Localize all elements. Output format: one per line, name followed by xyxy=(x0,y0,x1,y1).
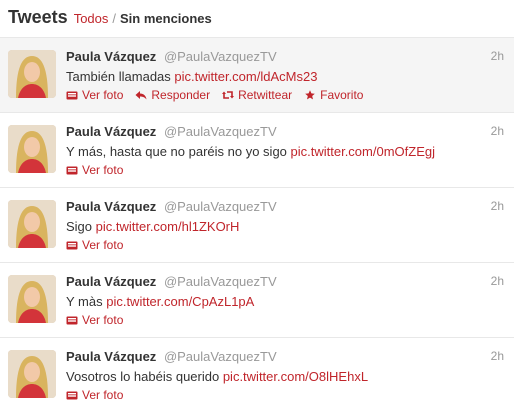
author-handle[interactable]: @PaulaVazquezTV xyxy=(164,274,277,289)
photo-icon xyxy=(66,166,78,175)
avatar[interactable] xyxy=(8,200,56,248)
view-photo-action[interactable]: Ver foto xyxy=(66,163,123,177)
tweet-text-body: Vosotros lo habéis querido xyxy=(66,369,223,384)
avatar-image xyxy=(8,350,56,398)
avatar-image xyxy=(8,50,56,98)
avatar-image xyxy=(8,275,56,323)
author-handle[interactable]: @PaulaVazquezTV xyxy=(164,124,277,139)
author-name[interactable]: Paula Vázquez xyxy=(66,349,156,364)
tweet-content: Paula Vázquez @PaulaVazquezTV 2h Sigo pi… xyxy=(66,199,504,252)
view-photo-action[interactable]: Ver foto xyxy=(66,313,123,327)
author-name[interactable]: Paula Vázquez xyxy=(66,274,156,289)
tweet-content: Paula Vázquez @PaulaVazquezTV 2h Vosotro… xyxy=(66,349,504,400)
avatar[interactable] xyxy=(8,350,56,398)
photo-icon xyxy=(66,241,78,250)
tweet-stream: Paula Vázquez @PaulaVazquezTV 2h También… xyxy=(0,38,514,400)
tweet-media-link[interactable]: pic.twitter.com/O8lHEhxL xyxy=(223,369,368,384)
tweet-text-body: Sigo xyxy=(66,219,96,234)
tweet-actions: Ver foto xyxy=(66,313,504,327)
author-name[interactable]: Paula Vázquez xyxy=(66,124,156,139)
tweet-media-link[interactable]: pic.twitter.com/CpAzL1pA xyxy=(106,294,254,309)
view-photo-action[interactable]: Ver foto xyxy=(66,238,123,252)
tweet-timestamp[interactable]: 2h xyxy=(491,124,504,138)
tweet-text: También llamadas pic.twitter.com/ldAcMs2… xyxy=(66,69,504,84)
avatar[interactable] xyxy=(8,275,56,323)
photo-icon xyxy=(66,316,78,325)
reply-action[interactable]: Responder xyxy=(135,88,210,102)
tweet-text: Y màs pic.twitter.com/CpAzL1pA xyxy=(66,294,504,309)
filter-no-mentions: Sin menciones xyxy=(120,11,212,26)
tweet-item[interactable]: Paula Vázquez @PaulaVazquezTV 2h También… xyxy=(0,38,514,113)
tweet-text-body: Y màs xyxy=(66,294,107,309)
tweet-content: Paula Vázquez @PaulaVazquezTV 2h También… xyxy=(66,49,504,102)
author-handle[interactable]: @PaulaVazquezTV xyxy=(164,349,277,364)
tweet-item[interactable]: Paula Vázquez @PaulaVazquezTV 2h Y màs p… xyxy=(0,263,514,338)
author-name[interactable]: Paula Vázquez xyxy=(66,49,156,64)
avatar-image xyxy=(8,125,56,173)
author-handle[interactable]: @PaulaVazquezTV xyxy=(164,49,277,64)
author-handle[interactable]: @PaulaVazquezTV xyxy=(164,199,277,214)
reply-icon xyxy=(135,91,147,100)
tweet-actions: Ver foto Responder Retwittear Favorito xyxy=(66,88,504,102)
view-photo-action[interactable]: Ver foto xyxy=(66,88,123,102)
favorite-action[interactable]: Favorito xyxy=(304,88,363,102)
reply-label: Responder xyxy=(151,88,211,102)
tweet-actions: Ver foto xyxy=(66,388,504,400)
view-photo-label: Ver foto xyxy=(82,388,124,400)
tweet-text: Sigo pic.twitter.com/hl1ZKOrH xyxy=(66,219,504,234)
tweet-text-body: Y más, hasta que no paréis no yo sigo xyxy=(66,144,291,159)
tweet-actions: Ver foto xyxy=(66,163,504,177)
star-icon xyxy=(305,90,315,100)
tweet-item[interactable]: Paula Vázquez @PaulaVazquezTV 2h Vosotro… xyxy=(0,338,514,400)
retweet-action[interactable]: Retwittear xyxy=(222,88,292,102)
retweet-label: Retwittear xyxy=(238,88,293,102)
tweet-timestamp[interactable]: 2h xyxy=(491,49,504,63)
filter-all-link[interactable]: Todos xyxy=(74,11,109,26)
tweet-item[interactable]: Paula Vázquez @PaulaVazquezTV 2h Sigo pi… xyxy=(0,188,514,263)
tweet-actions: Ver foto xyxy=(66,238,504,252)
view-photo-label: Ver foto xyxy=(82,238,124,252)
filter-separator: / xyxy=(112,11,117,26)
avatar-image xyxy=(8,200,56,248)
favorite-label: Favorito xyxy=(320,88,364,102)
tweet-timestamp[interactable]: 2h xyxy=(491,349,504,363)
tweet-content: Paula Vázquez @PaulaVazquezTV 2h Y más, … xyxy=(66,124,504,177)
tweet-text: Y más, hasta que no paréis no yo sigo pi… xyxy=(66,144,504,159)
author-name[interactable]: Paula Vázquez xyxy=(66,199,156,214)
tweet-item[interactable]: Paula Vázquez @PaulaVazquezTV 2h Y más, … xyxy=(0,113,514,188)
avatar[interactable] xyxy=(8,50,56,98)
view-photo-label: Ver foto xyxy=(82,88,124,102)
view-photo-action[interactable]: Ver foto xyxy=(66,388,123,400)
avatar[interactable] xyxy=(8,125,56,173)
photo-icon xyxy=(66,91,78,100)
tweet-timestamp[interactable]: 2h xyxy=(491,199,504,213)
tweet-timestamp[interactable]: 2h xyxy=(491,274,504,288)
retweet-icon xyxy=(222,91,235,99)
photo-icon xyxy=(66,391,78,400)
tweet-media-link[interactable]: pic.twitter.com/0mOfZEgj xyxy=(291,144,435,159)
tweet-text-body: También llamadas xyxy=(66,69,175,84)
view-photo-label: Ver foto xyxy=(82,163,124,177)
page-title: Tweets xyxy=(8,7,68,27)
stream-header: Tweets Todos / Sin menciones xyxy=(0,0,514,38)
tweet-media-link[interactable]: pic.twitter.com/hl1ZKOrH xyxy=(96,219,240,234)
tweet-text: Vosotros lo habéis querido pic.twitter.c… xyxy=(66,369,504,384)
view-photo-label: Ver foto xyxy=(82,313,124,327)
tweet-content: Paula Vázquez @PaulaVazquezTV 2h Y màs p… xyxy=(66,274,504,327)
tweet-media-link[interactable]: pic.twitter.com/ldAcMs23 xyxy=(174,69,317,84)
